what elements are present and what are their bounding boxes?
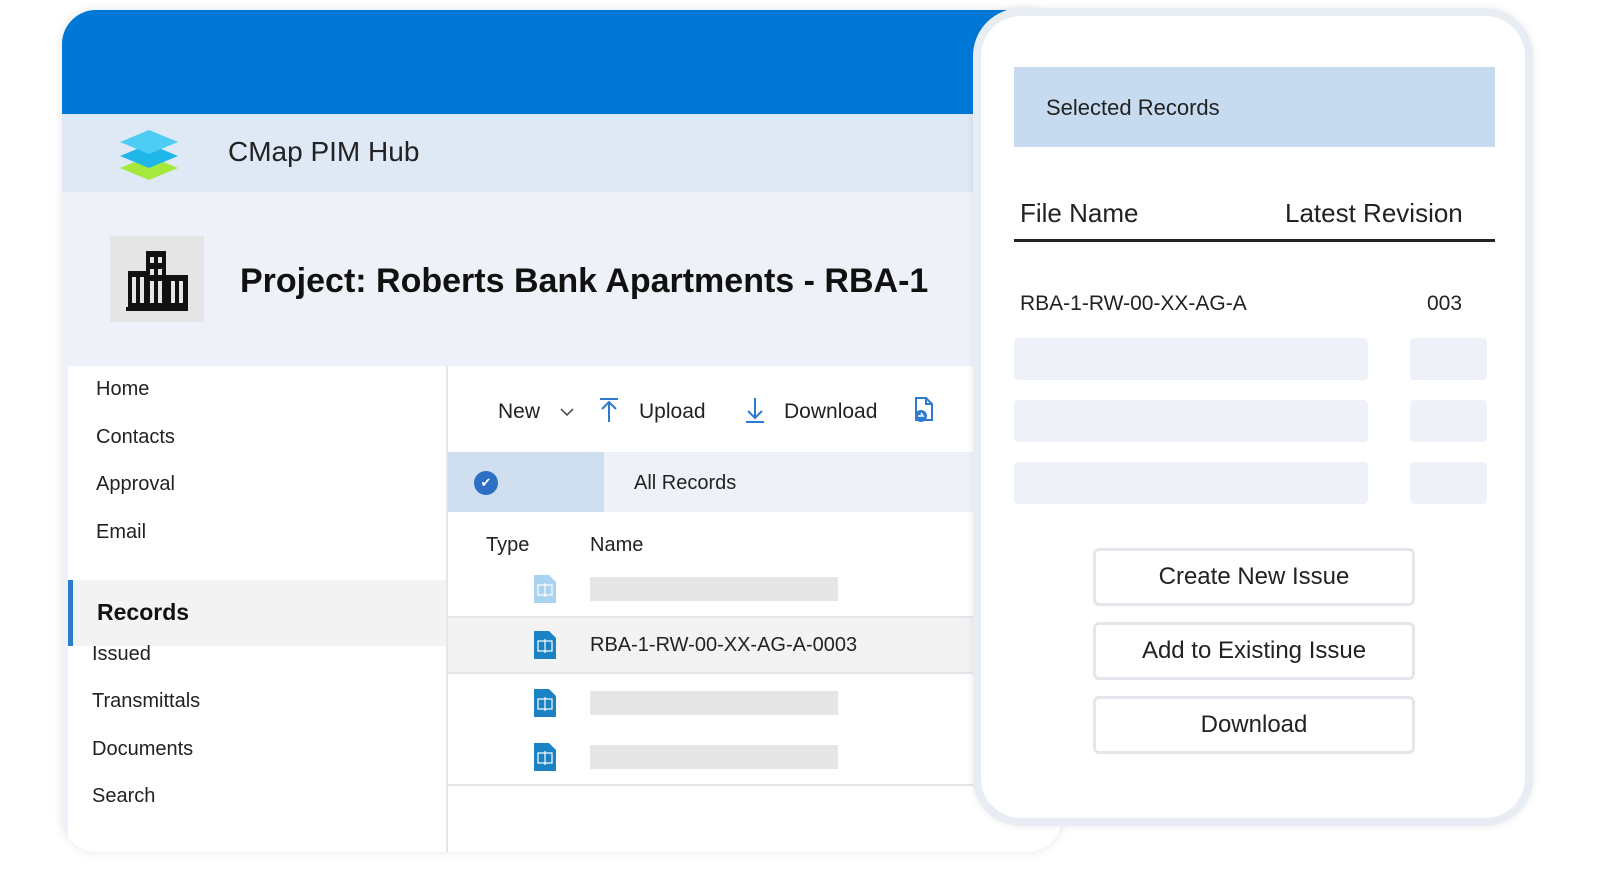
check-icon[interactable]: ✔	[474, 471, 498, 495]
sidebar-item-records[interactable]: Records	[68, 580, 446, 646]
sidebar-subitem-documents[interactable]: Documents	[92, 738, 193, 761]
add-to-existing-issue-button[interactable]: Add to Existing Issue	[1093, 622, 1415, 680]
column-header-file-name: File Name	[1020, 198, 1139, 228]
selected-file-name: RBA-1-RW-00-XX-AG-A	[1020, 292, 1247, 315]
sidebar: Home Contacts Approval Email Records Iss…	[68, 366, 448, 852]
project-title: Project: Roberts Bank Apartments - RBA-1	[240, 262, 929, 300]
selected-records-panel: Selected Records File Name Latest Revisi…	[973, 8, 1533, 826]
select-all-cell[interactable]: ✔	[448, 452, 604, 512]
selected-revision: 003	[1427, 292, 1463, 315]
placeholder-bar	[1014, 400, 1368, 442]
table-row[interactable]	[448, 676, 1062, 732]
column-header-name[interactable]: Name	[590, 534, 643, 557]
sidebar-item-contacts[interactable]: Contacts	[96, 426, 175, 449]
panel-download-button[interactable]: Download	[1093, 696, 1415, 754]
sidebar-subitem-transmittals[interactable]: Transmittals	[92, 690, 200, 713]
divider	[1014, 239, 1495, 242]
app-window: CMap PIM Hub Project: Roberts Bank Apart…	[62, 10, 1062, 852]
placeholder-bar	[590, 577, 838, 601]
document-sync-icon[interactable]	[912, 396, 936, 424]
table-row[interactable]: RBA-1-RW-00-XX-AG-A-0003	[448, 618, 1062, 674]
table-row[interactable]	[448, 562, 1062, 618]
upload-icon[interactable]	[598, 396, 620, 424]
sidebar-item-approval[interactable]: Approval	[96, 473, 175, 496]
layers-logo-icon	[120, 130, 178, 180]
sidebar-item-records-label: Records	[97, 599, 190, 625]
project-header: Project: Roberts Bank Apartments - RBA-1	[62, 192, 1062, 366]
chevron-down-icon[interactable]	[559, 404, 575, 420]
upload-button[interactable]: Upload	[639, 400, 706, 424]
placeholder-bar	[1014, 462, 1368, 504]
hub-header: CMap PIM Hub	[62, 114, 1062, 192]
file-icon	[534, 689, 556, 717]
sidebar-item-email[interactable]: Email	[96, 521, 146, 544]
row-name: RBA-1-RW-00-XX-AG-A-0003	[590, 634, 858, 656]
file-icon	[534, 575, 556, 603]
records-main: New Upload Download ✔ All Records Type N…	[448, 366, 1062, 852]
download-button[interactable]: Download	[784, 400, 877, 424]
placeholder-bar	[590, 691, 838, 715]
download-icon[interactable]	[744, 396, 766, 424]
sidebar-subitem-issued[interactable]: Issued	[92, 643, 151, 666]
placeholder-bar	[1410, 462, 1487, 504]
table-row[interactable]	[448, 730, 1062, 786]
sidebar-subitem-search[interactable]: Search	[92, 785, 155, 808]
column-header-latest-revision: Latest Revision	[1285, 198, 1463, 228]
hub-title: CMap PIM Hub	[228, 136, 420, 167]
panel-title: Selected Records	[1046, 95, 1220, 120]
placeholder-bar	[1410, 400, 1487, 442]
all-records-label[interactable]: All Records	[634, 472, 736, 495]
top-bar	[62, 10, 1062, 114]
file-icon	[534, 743, 556, 771]
new-button[interactable]: New	[498, 400, 540, 424]
column-header-type[interactable]: Type	[486, 534, 529, 557]
panel-header: Selected Records	[1014, 67, 1495, 147]
building-icon	[126, 251, 188, 311]
records-filter-bar: ✔ All Records	[448, 452, 1062, 512]
sidebar-item-home[interactable]: Home	[96, 378, 149, 401]
placeholder-bar	[590, 745, 838, 769]
placeholder-bar	[1014, 338, 1368, 380]
file-icon	[534, 631, 556, 659]
project-thumbnail	[110, 236, 204, 322]
toolbar: New Upload Download	[448, 366, 1062, 450]
create-new-issue-button[interactable]: Create New Issue	[1093, 548, 1415, 606]
placeholder-bar	[1410, 338, 1487, 380]
